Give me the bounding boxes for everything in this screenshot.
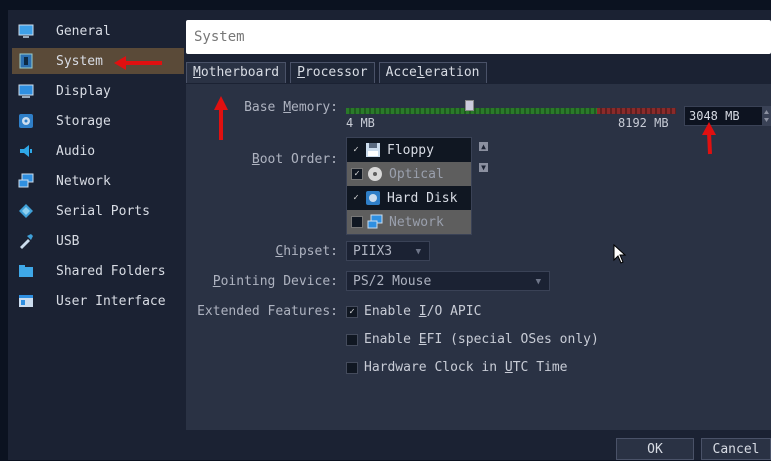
page-title: System [186,20,771,54]
checkbox[interactable]: ✓ [346,305,358,318]
utc-clock-checkbox-row[interactable]: Hardware Clock in UTC Time [346,360,568,375]
sidebar-item-label: Display [56,83,111,99]
chipset-select[interactable]: PIIX3 ▼ [346,241,430,261]
mouse-cursor-icon [613,243,627,268]
move-down-button[interactable]: ▼ [479,163,488,172]
checkmark-icon[interactable]: ✓ [351,145,361,155]
network-icon [18,173,34,189]
sidebar-item-label: System [56,53,103,69]
network-icon [367,214,383,230]
sidebar-item-storage[interactable]: Storage [12,108,184,134]
io-apic-label: Enable I/O APIC [364,304,482,319]
efi-label: Enable EFI (special OSes only) [364,332,599,347]
hard-disk-icon [365,190,381,206]
checkbox[interactable] [346,361,358,374]
sidebar-item-label: USB [56,233,80,249]
boot-order-list[interactable]: ✓ Floppy ✓ Optical ✓ Hard Disk Network [346,137,472,235]
memory-spinner[interactable] [762,106,771,126]
page-title-text: System [194,29,245,45]
sidebar-item-usb[interactable]: USB [12,228,184,254]
checkmark-icon[interactable]: ✓ [351,193,361,203]
pointing-device-select[interactable]: PS/2 Mouse ▼ [346,271,550,291]
boot-item-floppy[interactable]: ✓ Floppy [347,138,471,162]
boot-item-label: Optical [389,166,444,182]
chip-icon [18,53,34,69]
sidebar-item-serial-ports[interactable]: Serial Ports [12,198,184,224]
tab-acceleration[interactable]: Acceleration [378,62,487,83]
sidebar-item-general[interactable]: General [12,18,184,44]
settings-window: General System Display Storage Audio Net… [8,10,771,460]
monitor-icon [18,23,34,39]
annotation-arrow-icon [212,94,230,146]
extended-features-label: Extended Features: [197,304,338,319]
boot-item-optical[interactable]: ✓ Optical [347,162,471,186]
window-icon [18,293,34,309]
checkbox[interactable]: ✓ [351,168,363,180]
sidebar-item-user-interface[interactable]: User Interface [12,288,184,314]
slider-handle[interactable] [465,100,474,111]
annotation-arrow-icon [112,55,164,75]
tab-motherboard[interactable]: Motherboard [186,62,287,83]
folder-icon [18,263,34,279]
checkbox[interactable] [351,216,363,228]
sidebar-item-display[interactable]: Display [12,78,184,104]
efi-checkbox-row[interactable]: Enable EFI (special OSes only) [346,332,599,347]
speaker-icon [18,143,34,159]
ok-button[interactable]: OK [616,438,694,460]
base-memory-input[interactable]: 3048 MB [684,106,766,126]
optical-disc-icon [367,166,383,182]
memory-max-label: 8192 MB [618,116,669,130]
boot-item-network[interactable]: Network [347,210,471,234]
sidebar-item-label: Storage [56,113,111,129]
chipset-label: Chipset: [275,244,338,259]
boot-item-label: Hard Disk [387,190,458,206]
sidebar-item-label: Shared Folders [56,263,166,279]
memory-min-label: 4 MB [346,116,375,130]
tab-bar: Motherboard Processor Acceleration [186,62,491,84]
pointing-device-label: Pointing Device: [212,274,338,289]
chevron-down-icon: ▼ [415,247,421,257]
boot-item-label: Floppy [387,142,434,158]
sidebar-item-shared-folders[interactable]: Shared Folders [12,258,184,284]
sidebar-item-label: Serial Ports [56,203,150,219]
sidebar-item-label: Network [56,173,111,189]
boot-order-label: Boot Order: [251,152,338,167]
base-memory-label: Base Memory: [244,100,338,115]
checkbox[interactable] [346,333,358,346]
move-up-button[interactable]: ▲ [479,142,488,151]
utc-clock-label: Hardware Clock in UTC Time [364,360,568,375]
display-icon [18,83,34,99]
tab-processor[interactable]: Processor [290,62,375,83]
usb-icon [18,233,34,249]
boot-item-hard-disk[interactable]: ✓ Hard Disk [347,186,471,210]
io-apic-checkbox-row[interactable]: ✓ Enable I/O APIC [346,304,481,319]
base-memory-slider[interactable] [346,100,676,114]
floppy-icon [365,142,381,158]
sidebar-item-label: Audio [56,143,96,159]
sidebar-item-label: General [56,23,111,39]
memory-unsafe-range [597,108,676,114]
sidebar-item-network[interactable]: Network [12,168,184,194]
sidebar-item-label: User Interface [56,293,166,309]
boot-item-label: Network [389,214,444,230]
cancel-button[interactable]: Cancel [701,438,771,460]
serial-port-icon [18,203,34,219]
annotation-arrow-icon [700,120,720,160]
storage-icon [18,113,34,129]
sidebar-item-audio[interactable]: Audio [12,138,184,164]
chevron-down-icon: ▼ [535,277,541,287]
